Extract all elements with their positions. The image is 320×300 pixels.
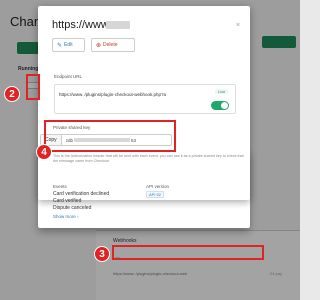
modal-title: https://www.: [52, 19, 112, 31]
chevron-right-icon: ›: [77, 214, 79, 219]
endpoint-url-field: https://www. /plugins/plugin-checkout-we…: [54, 84, 236, 114]
api-version-badge: API 52: [146, 191, 165, 198]
live-toggle[interactable]: [211, 101, 229, 110]
live-label: Live: [215, 89, 229, 94]
webhook-details-modal: https://www. × ✎ Edit ⊗ Delete Endpoint …: [38, 6, 250, 200]
event-item: Card verification declined: [53, 191, 110, 197]
annotation-badge-2: 2: [4, 86, 20, 102]
event-item: Card verified: [53, 198, 82, 204]
annotation-badge-3: 3: [94, 246, 110, 262]
redacted-domain: [106, 21, 130, 29]
delete-icon: ⊗: [96, 42, 102, 49]
annotation-highlight-4: [44, 120, 176, 152]
delete-button[interactable]: ⊗ Delete: [91, 38, 135, 52]
annotation-highlight-2: [26, 74, 40, 100]
close-icon[interactable]: ×: [236, 22, 240, 29]
edit-button[interactable]: ✎ Edit: [52, 38, 85, 52]
delete-label: Delete: [103, 42, 118, 48]
show-more-label: Show more: [53, 214, 76, 219]
api-version-label: API version: [146, 184, 170, 189]
edit-label: Edit: [64, 42, 73, 48]
show-more-link[interactable]: Show more ›: [53, 214, 79, 219]
pencil-icon: ✎: [57, 42, 63, 49]
annotation-badge-4: 4: [36, 144, 52, 160]
toggle-knob: [221, 102, 228, 109]
endpoint-url-value: https://www. /plugins/plugin-checkout-we…: [59, 92, 167, 97]
event-item: Dispute canceled: [53, 205, 92, 211]
events-label: Events: [53, 184, 67, 189]
shared-key-help-text: This is the Authorization header that wi…: [53, 154, 244, 163]
annotation-highlight-3: [112, 245, 264, 260]
endpoint-label: Endpoint URL: [54, 74, 83, 79]
